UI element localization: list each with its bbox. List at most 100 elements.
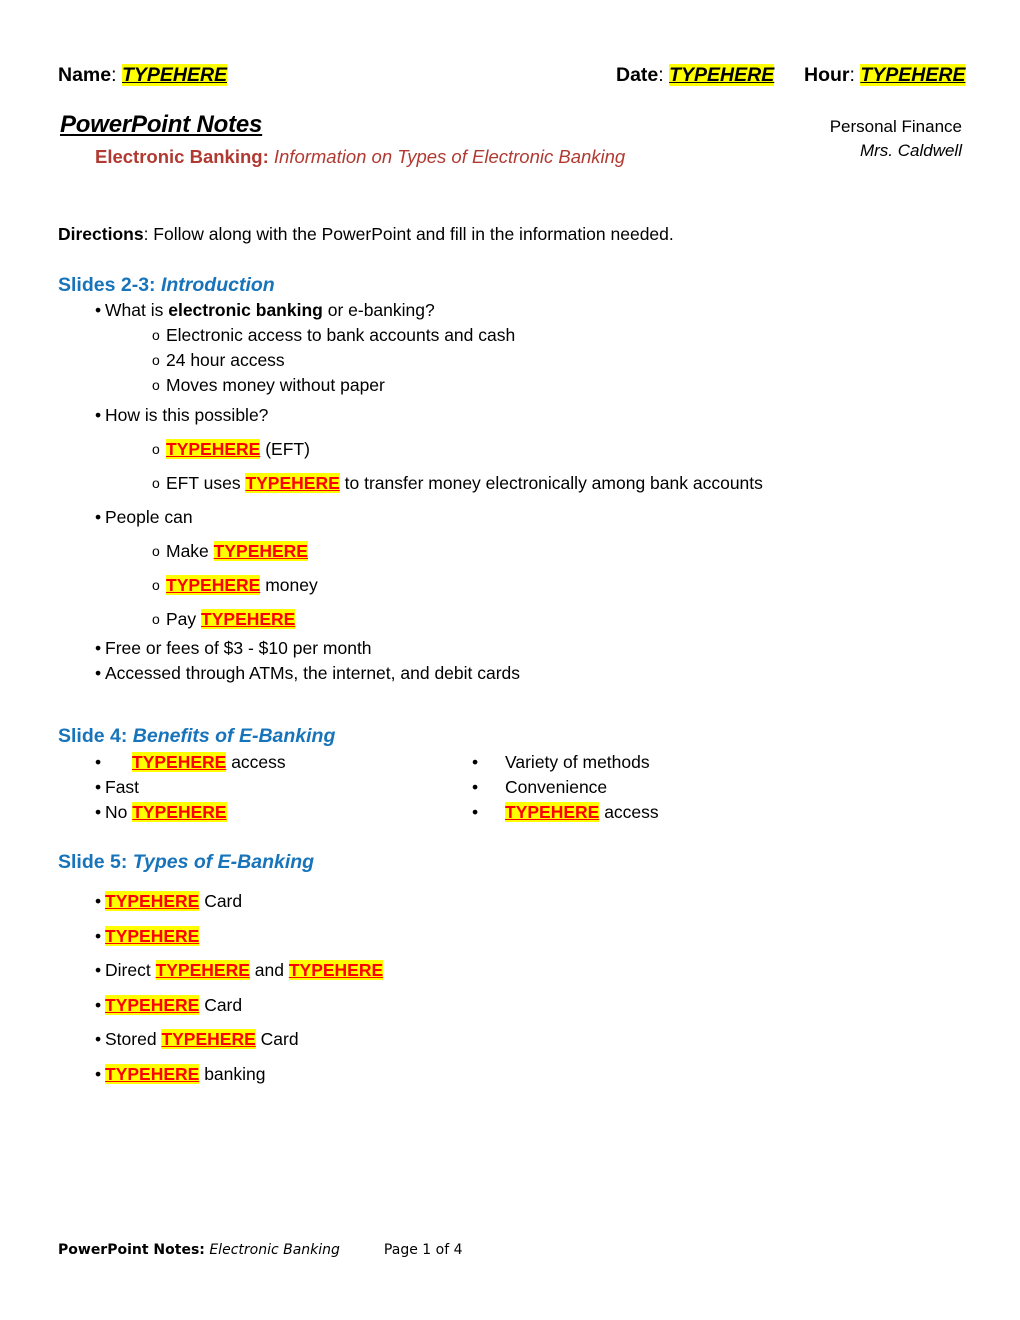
- bullet-dot-icon: •: [95, 752, 102, 772]
- name-field-group: Name: TYPEHERE: [58, 62, 228, 88]
- section-heading-slide-4: Slide 4: Benefits of E-Banking: [58, 723, 335, 749]
- fill-in-blank-placeholder[interactable]: TYPEHERE: [166, 439, 261, 459]
- bullet-dot-icon: •: [95, 994, 102, 1015]
- list-item: • Convenience: [375, 775, 935, 800]
- fill-in-blank-placeholder[interactable]: TYPEHERE: [245, 473, 340, 493]
- footer-title: PowerPoint Notes:: [58, 1242, 205, 1258]
- page-footer: PowerPoint Notes: Electronic Banking Page…: [58, 1240, 462, 1260]
- subtitle-lead: Electronic Banking:: [95, 146, 269, 167]
- subtitle-tail: Information on Types of Electronic Banki…: [268, 146, 626, 167]
- list-item-text: TYPEHERE money: [166, 568, 318, 602]
- fill-in-blank-placeholder[interactable]: TYPEHERE: [132, 802, 227, 822]
- bullet-circle-icon: o: [152, 441, 160, 457]
- list-item: • TYPEHERE: [0, 919, 1020, 954]
- text-run: Make: [166, 541, 214, 561]
- text-run: or e-banking?: [322, 300, 435, 320]
- text-run: Convenience: [505, 777, 608, 797]
- list-item-text: How is this possible?: [105, 398, 268, 432]
- fill-in-blank-placeholder[interactable]: TYPEHERE: [105, 891, 200, 911]
- section-heading-slides-2-3: Slides 2-3: Introduction: [58, 272, 275, 298]
- list-item-text: Variety of methods: [505, 750, 650, 775]
- text-run: banking: [199, 1063, 266, 1084]
- text-run: (EFT): [260, 439, 310, 459]
- bullet-dot-icon: •: [95, 405, 102, 425]
- slide5-bullet-list: • TYPEHERE Card • TYPEHERE • Direct TYPEHERE …: [0, 884, 1020, 1091]
- fill-in-blank-placeholder[interactable]: TYPEHERE: [155, 960, 250, 980]
- fill-in-blank-placeholder[interactable]: TYPEHERE: [213, 541, 308, 561]
- name-label: Name: [58, 64, 112, 86]
- hour-input-placeholder[interactable]: TYPEHERE: [860, 64, 966, 86]
- name-input-placeholder[interactable]: TYPEHERE: [121, 64, 228, 86]
- text-run: 24 hour access: [166, 350, 285, 370]
- fill-in-blank-placeholder[interactable]: TYPEHERE: [132, 752, 227, 772]
- list-item: o 24 hour access: [0, 348, 1020, 373]
- slide-topic: Types of E-Banking: [132, 851, 315, 873]
- text-run: Card: [255, 1029, 299, 1049]
- list-item-text: TYPEHERE: [105, 919, 200, 954]
- name-colon: :: [111, 64, 122, 86]
- bullet-dot-icon: •: [95, 891, 102, 911]
- date-field-group: Date: TYPEHERE: [616, 62, 775, 88]
- text-run: to transfer money electronically among b…: [339, 473, 763, 493]
- list-item-text: TYPEHERE (EFT): [166, 432, 310, 466]
- fill-in-blank-placeholder[interactable]: TYPEHERE: [166, 575, 261, 595]
- directions-line: Directions: Follow along with the PowerP…: [58, 222, 674, 246]
- slide-topic: Benefits of E-Banking: [132, 725, 336, 747]
- list-item: • How is this possible?: [0, 398, 1020, 432]
- fill-in-blank-placeholder[interactable]: TYPEHERE: [105, 925, 200, 946]
- list-item-text: Convenience: [505, 775, 607, 800]
- bullet-dot-icon: •: [95, 1029, 102, 1049]
- text-run: Card: [199, 891, 243, 911]
- fill-in-blank-placeholder[interactable]: TYPEHERE: [105, 1063, 200, 1084]
- slide-topic: Introduction: [160, 274, 275, 296]
- bullet-circle-icon: o: [152, 352, 160, 368]
- fill-in-blank-placeholder[interactable]: TYPEHERE: [161, 1029, 256, 1049]
- list-item-text: People can: [105, 500, 193, 534]
- directions-text: : Follow along with the PowerPoint and f…: [143, 224, 674, 244]
- hour-colon: :: [849, 64, 861, 86]
- teacher-name: Mrs. Caldwell: [859, 141, 962, 160]
- text-run: Free or fees of $3 - $10 per month: [105, 638, 372, 658]
- text-run: Pay: [166, 609, 202, 629]
- text-run: Card: [199, 994, 243, 1015]
- text-run: Fast: [105, 777, 140, 797]
- list-item: • TYPEHERE banking: [0, 1057, 1020, 1092]
- hour-field-group: Hour: TYPEHERE: [804, 62, 966, 88]
- list-item-text: What is electronic banking or e-banking?: [105, 298, 435, 323]
- text-run: Stored: [105, 1029, 162, 1049]
- bullet-circle-icon: o: [152, 475, 160, 491]
- text-run: money: [260, 575, 318, 595]
- list-item-text: TYPEHERE Card: [105, 884, 242, 919]
- list-item-text: TYPEHERE banking: [105, 1057, 266, 1092]
- bullet-dot-icon: •: [95, 1063, 102, 1084]
- bullet-dot-icon: •: [472, 752, 479, 772]
- directions-label: Directions: [58, 224, 144, 244]
- fill-in-blank-placeholder[interactable]: TYPEHERE: [505, 802, 600, 822]
- list-item-text: No TYPEHERE: [105, 800, 227, 825]
- text-run: and: [249, 960, 289, 980]
- text-run: No: [105, 802, 133, 822]
- list-item-text: EFT uses TYPEHERE to transfer money elec…: [166, 466, 763, 500]
- text-run: access: [226, 752, 286, 772]
- text-run: electronic banking: [168, 300, 323, 320]
- list-item-text: TYPEHERE access: [132, 750, 286, 775]
- text-run: Variety of methods: [505, 752, 650, 772]
- list-item-text: TYPEHERE Card: [105, 988, 242, 1023]
- fill-in-blank-placeholder[interactable]: TYPEHERE: [105, 994, 200, 1015]
- list-item: o Make TYPEHERE: [0, 534, 1020, 568]
- bullet-dot-icon: •: [95, 638, 102, 658]
- bullet-dot-icon: •: [95, 507, 102, 527]
- date-colon: :: [658, 64, 670, 86]
- fill-in-blank-placeholder[interactable]: TYPEHERE: [201, 609, 296, 629]
- list-item-text: Moves money without paper: [166, 373, 385, 398]
- list-item: o TYPEHERE (EFT): [0, 432, 1020, 466]
- list-item: o Moves money without paper: [0, 373, 1020, 398]
- bullet-dot-icon: •: [95, 960, 102, 980]
- list-item: • Free or fees of $3 - $10 per month: [0, 636, 1020, 661]
- date-input-placeholder[interactable]: TYPEHERE: [669, 64, 775, 86]
- bullet-dot-icon: •: [95, 300, 102, 320]
- fill-in-blank-placeholder[interactable]: TYPEHERE: [288, 960, 384, 980]
- list-item-text: Stored TYPEHERE Card: [105, 1022, 299, 1057]
- list-item-text: Electronic access to bank accounts and c…: [166, 323, 515, 348]
- slide-label: Slide 4:: [58, 725, 133, 747]
